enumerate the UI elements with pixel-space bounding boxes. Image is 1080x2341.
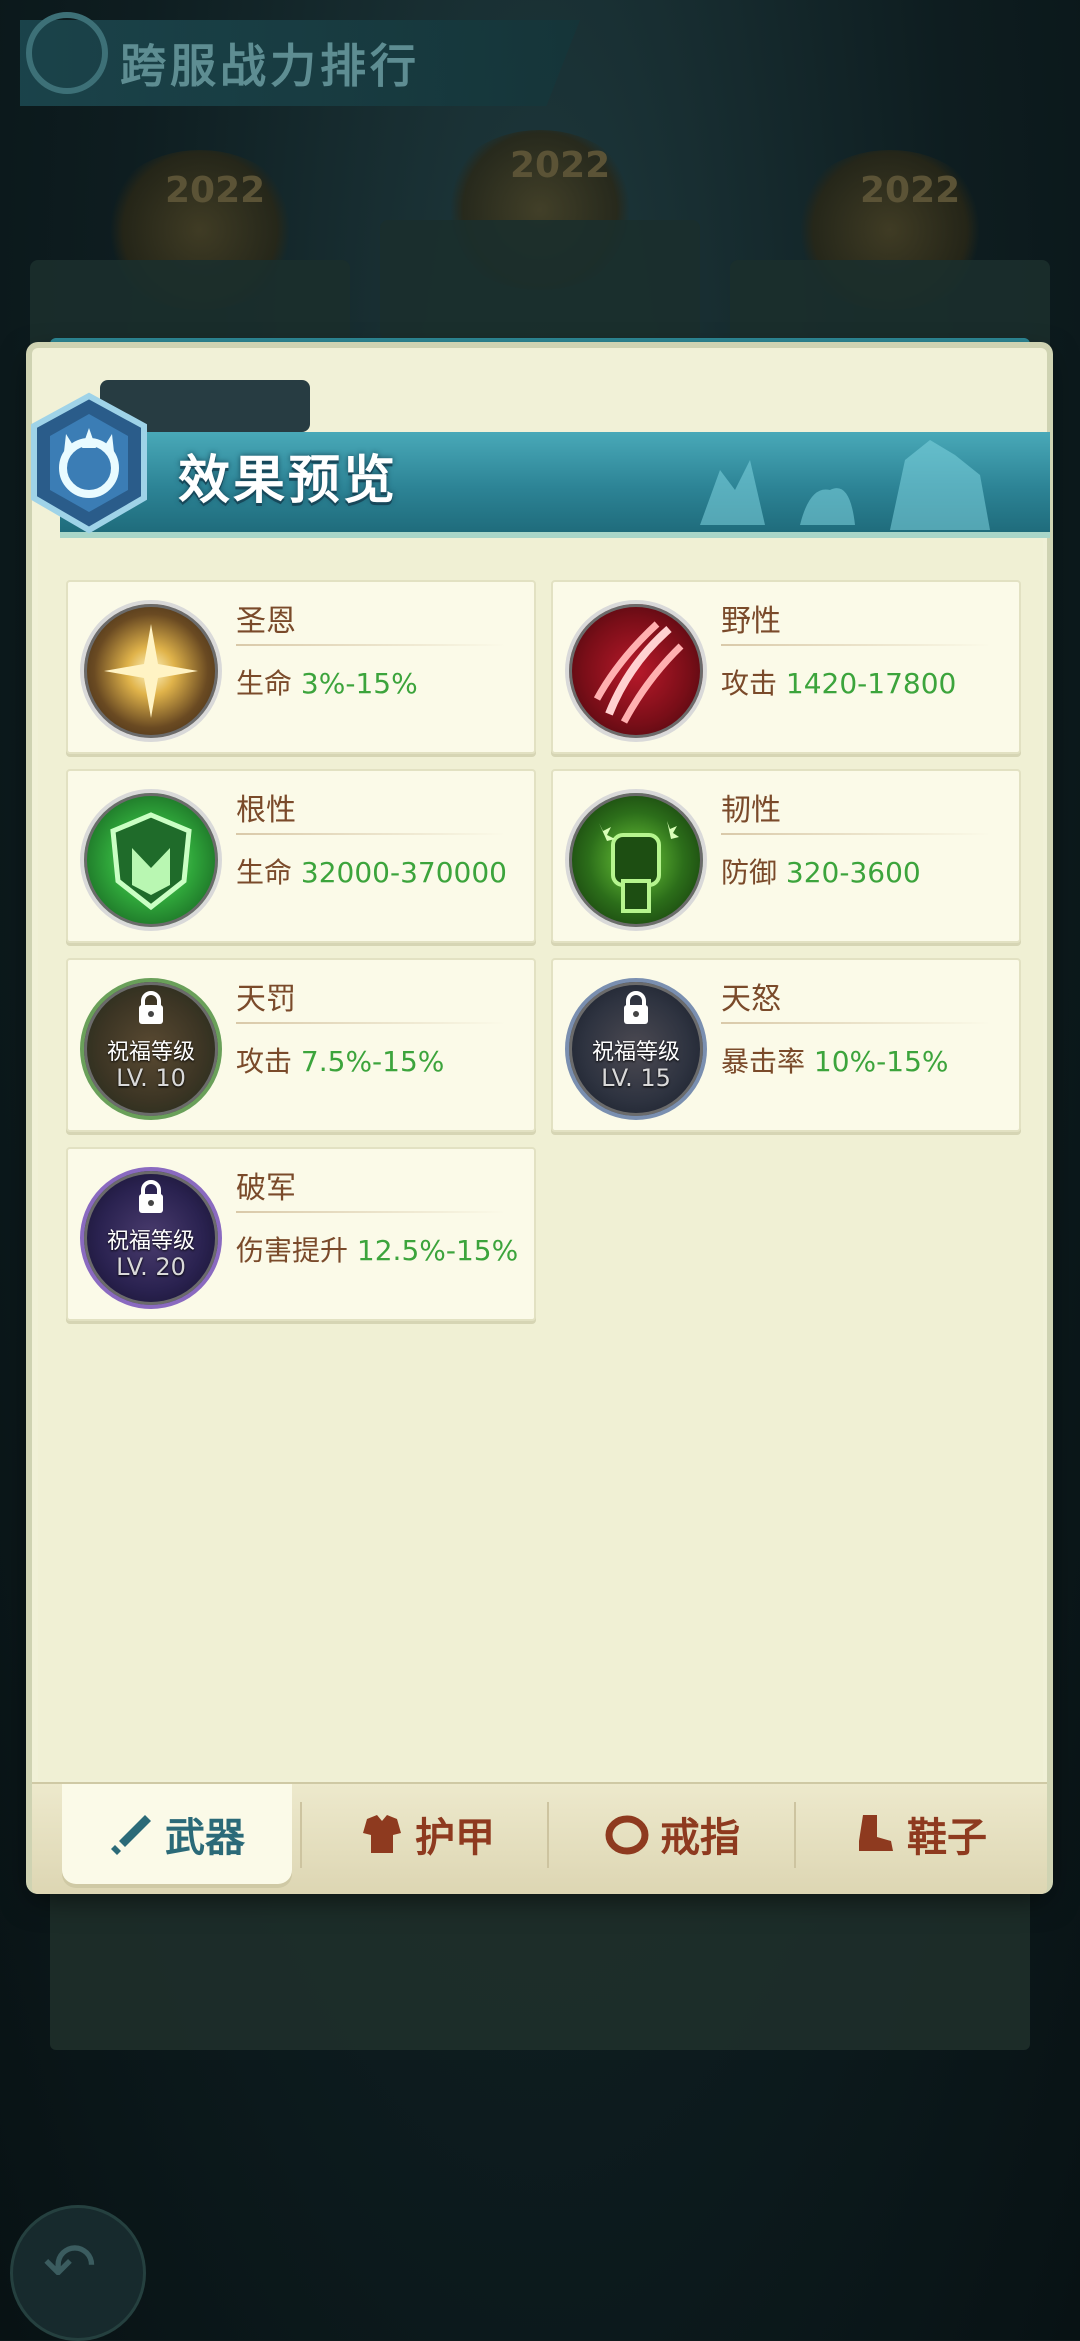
stat-label: 暴击率 [721, 1045, 806, 1078]
stat-value: 1420-17800 [785, 667, 957, 700]
stat-label: 生命 [236, 856, 293, 889]
lock-level: LV. 15 [601, 1064, 671, 1092]
ring-icon [605, 1815, 649, 1855]
banner-emblem-icon [26, 12, 108, 94]
stat-value: 320-3600 [785, 856, 921, 889]
effect-card[interactable]: 根性 生命 32000-370000 [66, 769, 536, 943]
rank-badge-year: 2022 [510, 145, 611, 186]
header-silhouette-decoration [700, 440, 990, 530]
locked-skill-icon: 祝福等级 LV. 15 [565, 978, 707, 1120]
stat-label: 伤害提升 [236, 1234, 349, 1267]
back-arrow-icon: ↶ [43, 2230, 97, 2304]
effect-name: 破军 [236, 1171, 296, 1206]
claw-slash-icon [565, 600, 707, 742]
divider [721, 644, 991, 646]
lock-level: LV. 10 [116, 1064, 186, 1092]
divider [236, 833, 506, 835]
tab-armor[interactable]: 护甲 [312, 1784, 542, 1884]
effect-stat: 暴击率 10%-15% [721, 1040, 949, 1080]
divider [236, 644, 506, 646]
stat-value: 3%-15% [300, 667, 418, 700]
tab-divider [547, 1802, 549, 1868]
stat-label: 生命 [236, 667, 293, 700]
divider [721, 1022, 991, 1024]
effect-stat: 攻击 7.5%-15% [236, 1040, 444, 1080]
effect-name: 天罚 [236, 982, 296, 1017]
green-fist-icon [565, 789, 707, 931]
rank-badge-year: 2022 [860, 170, 961, 211]
tab-label: 武器 [165, 1815, 245, 1861]
lock-requirement: 祝福等级 [106, 1040, 195, 1065]
effect-card[interactable]: 圣恩 生命 3%-15% [66, 580, 536, 754]
tab-label: 戒指 [660, 1815, 740, 1861]
boot-icon [859, 1815, 893, 1851]
panel-emblem-icon [31, 392, 147, 534]
lock-icon [84, 990, 218, 1030]
effect-card[interactable]: 野性 攻击 1420-17800 [551, 580, 1021, 754]
divider [236, 1022, 506, 1024]
ranking-banner-title: 跨服战力排行 [120, 39, 420, 93]
effect-stat: 生命 32000-370000 [236, 851, 507, 891]
tab-boots[interactable]: 鞋子 [804, 1784, 1034, 1884]
green-shield-icon [80, 789, 222, 931]
tab-weapon[interactable]: 武器 [62, 1784, 292, 1884]
tab-ring[interactable]: 戒指 [557, 1784, 787, 1884]
effect-stat: 攻击 1420-17800 [721, 662, 956, 702]
panel-title: 效果预览 [178, 451, 399, 511]
effect-name: 圣恩 [236, 604, 296, 639]
stat-value: 32000-370000 [300, 856, 507, 889]
armor-icon [363, 1815, 401, 1853]
effect-card[interactable]: 祝福等级 LV. 20 破军 伤害提升 12.5%-15% [66, 1147, 536, 1321]
locked-skill-icon: 祝福等级 LV. 20 [80, 1167, 222, 1309]
effect-card[interactable]: 韧性 防御 320-3600 [551, 769, 1021, 943]
lock-requirement: 祝福等级 [106, 1229, 195, 1254]
background-lower-panel [50, 1880, 1030, 2050]
tab-label: 鞋子 [907, 1815, 987, 1861]
tab-divider [300, 1802, 302, 1868]
effect-name: 根性 [236, 793, 296, 828]
lock-icon [569, 990, 703, 1030]
tab-label: 护甲 [415, 1815, 495, 1861]
equipment-tab-bar: 武器 护甲 戒指 鞋子 [32, 1782, 1047, 1894]
back-button[interactable]: ↶ [10, 2205, 146, 2341]
radiant-star-icon [80, 600, 222, 742]
effect-stat: 生命 3%-15% [236, 662, 418, 702]
effect-name: 韧性 [721, 793, 781, 828]
effect-name: 天怒 [721, 982, 781, 1017]
stat-value: 7.5%-15% [300, 1045, 445, 1078]
rank-badge-year: 2022 [165, 170, 266, 211]
lock-level: LV. 20 [116, 1253, 186, 1281]
stat-label: 攻击 [721, 667, 778, 700]
effect-card[interactable]: 祝福等级 LV. 10 天罚 攻击 7.5%-15% [66, 958, 536, 1132]
divider [236, 1211, 506, 1213]
stat-value: 12.5%-15% [356, 1234, 519, 1267]
stat-label: 攻击 [236, 1045, 293, 1078]
sword-icon [111, 1815, 151, 1855]
tab-divider [794, 1802, 796, 1868]
effect-stat: 伤害提升 12.5%-15% [236, 1229, 518, 1269]
lock-requirement: 祝福等级 [591, 1040, 680, 1065]
lock-icon [84, 1179, 218, 1219]
effect-stat: 防御 320-3600 [721, 851, 921, 891]
effect-name: 野性 [721, 604, 781, 639]
stat-value: 10%-15% [813, 1045, 949, 1078]
locked-skill-icon: 祝福等级 LV. 10 [80, 978, 222, 1120]
divider [721, 833, 991, 835]
stat-label: 防御 [721, 856, 778, 889]
rank-card [380, 220, 700, 340]
effect-card[interactable]: 祝福等级 LV. 15 天怒 暴击率 10%-15% [551, 958, 1021, 1132]
